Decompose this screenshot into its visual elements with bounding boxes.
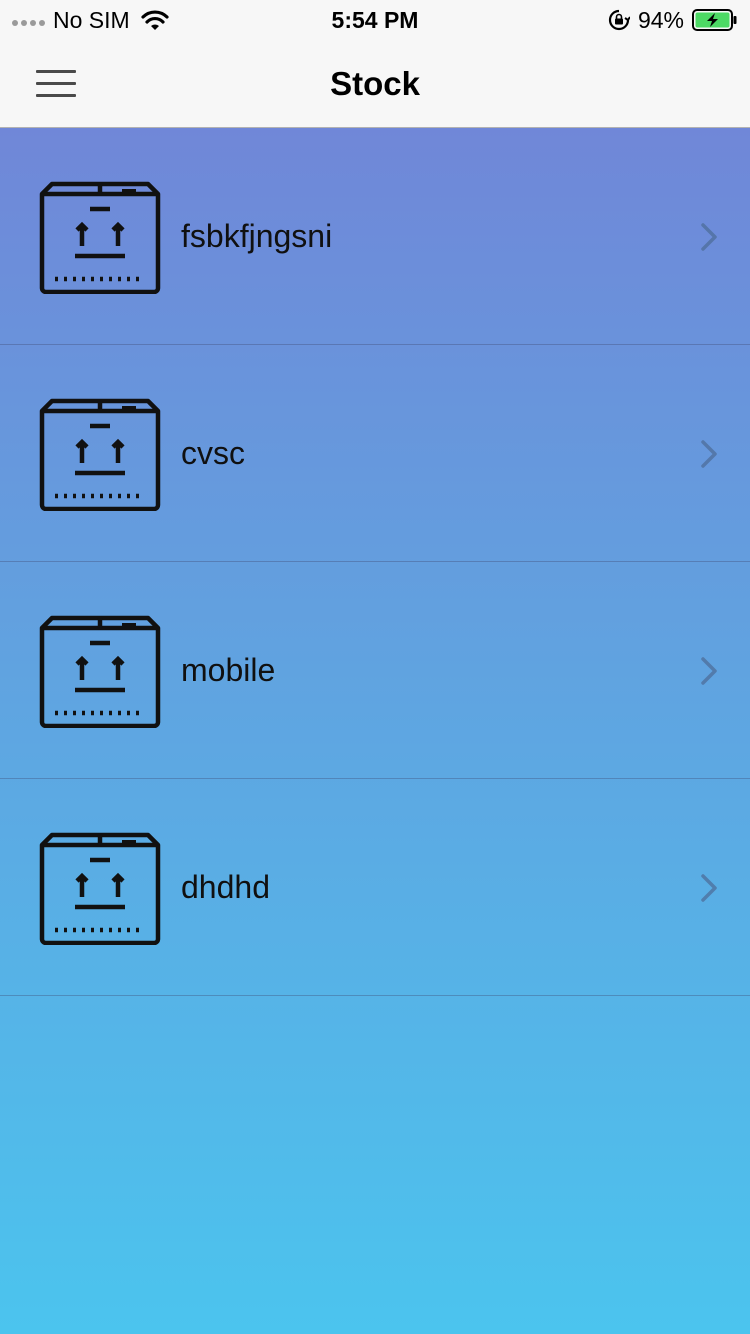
box-icon bbox=[39, 832, 161, 945]
navigation-bar: Stock bbox=[0, 40, 750, 128]
stock-list-container: fsbkfjngsni cvsc mobile dhdhd bbox=[0, 128, 750, 1334]
chevron-right-icon bbox=[701, 440, 717, 468]
list-item-label: dhdhd bbox=[181, 869, 270, 905]
page-title: Stock bbox=[330, 65, 420, 102]
orientation-lock-icon bbox=[608, 9, 630, 31]
battery-percentage: 94% bbox=[637, 6, 684, 33]
list-item-label: fsbkfjngsni bbox=[181, 218, 333, 254]
box-icon bbox=[39, 615, 161, 728]
box-icon bbox=[39, 398, 161, 511]
list-item-label: mobile bbox=[181, 652, 276, 688]
list-item[interactable]: dhdhd bbox=[0, 779, 750, 996]
battery-charging-icon bbox=[692, 9, 737, 31]
list-item[interactable]: mobile bbox=[0, 562, 750, 779]
status-bar: No SIM 5:54 PM 94% bbox=[0, 0, 750, 40]
status-bar-right: 94% bbox=[608, 6, 738, 34]
chevron-right-icon bbox=[701, 874, 717, 902]
stock-list: fsbkfjngsni cvsc mobile dhdhd bbox=[0, 128, 750, 996]
list-item-label: cvsc bbox=[181, 435, 245, 471]
chevron-right-icon bbox=[701, 223, 717, 251]
list-item[interactable]: cvsc bbox=[0, 345, 750, 562]
chevron-right-icon bbox=[701, 657, 717, 685]
box-icon bbox=[39, 181, 161, 294]
list-item[interactable]: fsbkfjngsni bbox=[0, 128, 750, 345]
